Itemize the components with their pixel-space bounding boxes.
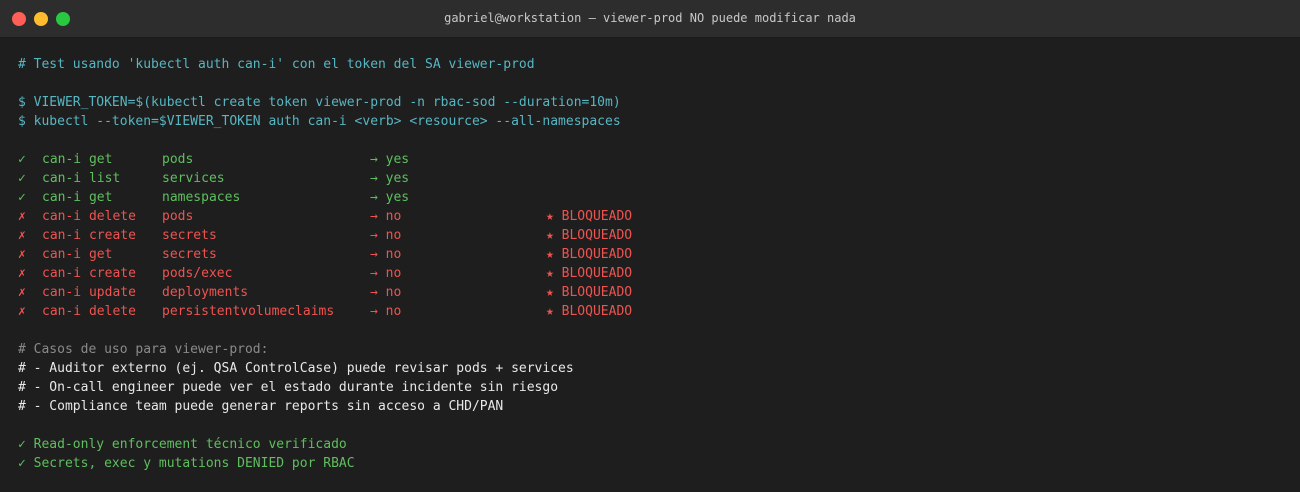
check-resource: persistentvolumeclaims (162, 304, 335, 319)
check-results: ✓ can-i get pods → yes ✓ can-i list services → … (18, 150, 1282, 321)
cross-icon: ✗ (18, 266, 26, 281)
check-resource: pods (162, 152, 194, 167)
check-row: ✗ can-i delete pods → no ★ BLOQUEADO (18, 207, 1282, 226)
check-flag: ★ BLOQUEADO (546, 285, 633, 300)
comment-header: # Test usando 'kubectl auth can-i' con e… (18, 57, 535, 72)
check-icon: ✓ (18, 152, 26, 167)
terminal-output[interactable]: # Test usando 'kubectl auth can-i' con e… (18, 55, 1282, 473)
usecase-line: # - Auditor externo (ej. QSA ControlCase… (18, 361, 574, 376)
terminal-window: gabriel@workstation — viewer-prod NO pue… (0, 0, 1300, 492)
check-flag: ★ BLOQUEADO (546, 209, 633, 224)
check-row: ✗ can-i get secrets → no ★ BLOQUEADO (18, 245, 1282, 264)
check-verb: can-i get (42, 190, 113, 205)
check-flag: ★ BLOQUEADO (546, 228, 633, 243)
check-verb: can-i create (42, 228, 136, 243)
check-row: ✗ can-i create secrets → no ★ BLOQUEADO (18, 226, 1282, 245)
check-verb: can-i delete (42, 209, 136, 224)
command-line: $ kubectl --token=$VIEWER_TOKEN auth can… (18, 114, 621, 129)
cross-icon: ✗ (18, 285, 26, 300)
summary-line: ✓ Secrets, exec y mutations DENIED por R… (18, 456, 355, 471)
window-title: gabriel@workstation — viewer-prod NO pue… (444, 11, 856, 25)
check-verb: can-i create (42, 266, 136, 281)
check-resource: pods/exec (162, 266, 233, 281)
check-verb: can-i get (42, 247, 113, 262)
usecase-line: # - Compliance team puede generar report… (18, 399, 504, 414)
check-result: → yes (370, 171, 410, 186)
check-result: → yes (370, 190, 410, 205)
check-verb: can-i get (42, 152, 113, 167)
check-result: → no (370, 247, 402, 262)
check-result: → no (370, 209, 402, 224)
check-verb: can-i delete (42, 304, 136, 319)
check-icon: ✓ (18, 171, 26, 186)
check-row: ✓ can-i get namespaces → yes (18, 188, 1282, 207)
check-verb: can-i update (42, 285, 136, 300)
check-row: ✗ can-i create pods/exec → no ★ BLOQUEADO (18, 264, 1282, 283)
check-row: ✗ can-i update deployments → no ★ BLOQUEADO (18, 283, 1282, 302)
check-resource: namespaces (162, 190, 241, 205)
check-icon: ✓ (18, 190, 26, 205)
check-resource: secrets (162, 228, 217, 243)
check-result: → no (370, 304, 402, 319)
check-flag: ★ BLOQUEADO (546, 247, 633, 262)
cross-icon: ✗ (18, 304, 26, 319)
cross-icon: ✗ (18, 228, 26, 243)
check-resource: deployments (162, 285, 249, 300)
summary-line: ✓ Read-only enforcement técnico verifica… (18, 437, 347, 452)
title-bar: gabriel@workstation — viewer-prod NO pue… (0, 0, 1300, 38)
check-flag: ★ BLOQUEADO (546, 266, 633, 281)
check-resource: pods (162, 209, 194, 224)
check-result: → no (370, 266, 402, 281)
check-result: → no (370, 285, 402, 300)
check-row: ✓ can-i get pods → yes (18, 150, 1282, 169)
usecase-line: # - On-call engineer puede ver el estado… (18, 380, 559, 395)
command-line: $ VIEWER_TOKEN=$(kubectl create token vi… (18, 95, 621, 110)
check-result: → yes (370, 152, 410, 167)
check-resource: secrets (162, 247, 217, 262)
cross-icon: ✗ (18, 247, 26, 262)
usecases-header: # Casos de uso para viewer-prod: (18, 342, 269, 357)
check-resource: services (162, 171, 225, 186)
check-row: ✓ can-i list services → yes (18, 169, 1282, 188)
check-row: ✗ can-i delete persistentvolumeclaims → no ★… (18, 302, 1282, 321)
check-verb: can-i list (42, 171, 121, 186)
check-result: → no (370, 228, 402, 243)
cross-icon: ✗ (18, 209, 26, 224)
check-flag: ★ BLOQUEADO (546, 304, 633, 319)
